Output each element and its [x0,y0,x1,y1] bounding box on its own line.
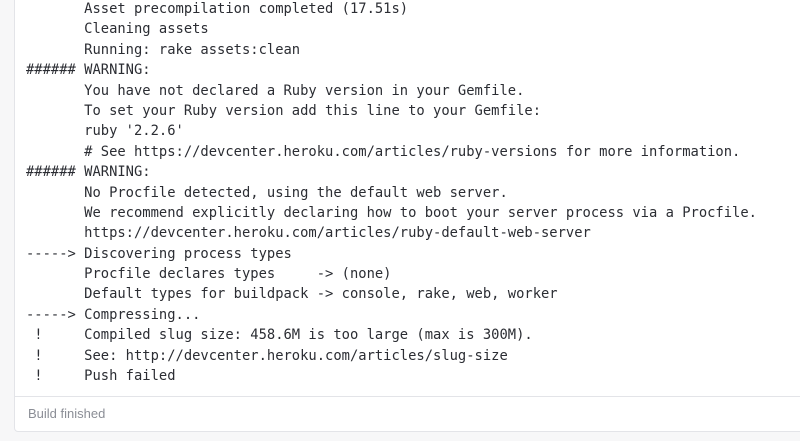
log-line-step: -----> Discovering process types [26,245,292,262]
log-line-warning: ###### WARNING: [26,62,151,79]
log-line: No Procfile detected, using the default … [26,184,508,201]
log-line: Running: rake assets:clean [26,41,301,58]
log-line: # See https://devcenter.heroku.com/artic… [26,143,741,160]
log-line: We recommend explicitly declaring how to… [26,204,757,221]
log-line-error: ! Push failed [26,368,176,385]
log-line: Default types for buildpack -> console, … [26,286,558,303]
log-line-error: ! Compiled slug size: 458.6M is too larg… [26,327,533,344]
log-line: https://devcenter.heroku.com/articles/ru… [26,225,591,242]
log-line: Procfile declares types -> (none) [26,266,392,283]
log-line: You have not declared a Ruby version in … [26,82,525,99]
log-line: Asset precompilation completed (17.51s) [26,1,409,17]
footer-divider [15,396,800,397]
log-line-error: ! See: http://devcenter.heroku.com/artic… [26,347,508,364]
log-line: To set your Ruby version add this line t… [26,102,541,119]
log-line-step: -----> Compressing... [26,306,201,323]
build-log-output: Asset precompilation completed (17.51s) … [26,0,757,386]
build-log-panel: Asset precompilation completed (17.51s) … [14,0,800,432]
log-line: ruby '2.2.6' [26,123,184,140]
build-status-text: Build finished [28,406,106,421]
log-line-warning: ###### WARNING: [26,164,151,181]
log-line: Cleaning assets [26,21,209,38]
